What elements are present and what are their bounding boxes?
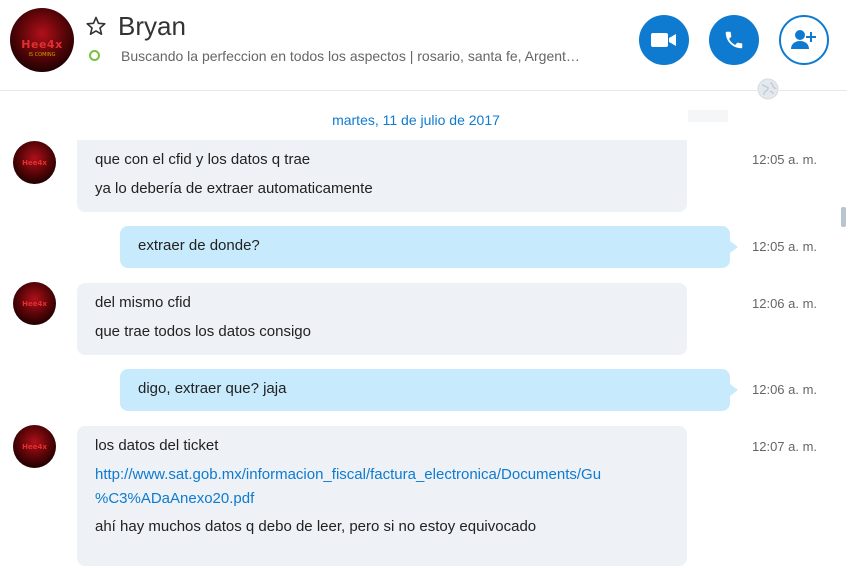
message-link[interactable]: http://www.sat.gob.mx/informacion_fiscal… bbox=[95, 466, 601, 483]
sender-avatar[interactable]: Hee4x bbox=[13, 282, 56, 325]
message-link-text[interactable]: %C3%ADaAnexo20.pdf bbox=[95, 490, 254, 507]
globe-icon[interactable] bbox=[757, 78, 779, 100]
message-text: que trae todos los datos consigo bbox=[95, 323, 311, 340]
date-divider: martes, 11 de julio de 2017 bbox=[332, 112, 500, 128]
message-text: ahí hay muchos datos q debo de leer, per… bbox=[95, 518, 537, 535]
message-timestamp: 12:07 a. m. bbox=[752, 439, 818, 454]
sender-avatar[interactable]: Hee4x bbox=[13, 425, 56, 468]
scrollbar-thumb[interactable] bbox=[841, 207, 846, 227]
message-bubble-incoming[interactable]: los datos del ticket http://www.sat.gob.… bbox=[77, 426, 687, 566]
avatar-logo-text: Hee4x bbox=[22, 300, 47, 308]
message-bubble-outgoing[interactable]: extraer de donde? bbox=[120, 226, 738, 268]
avatar-logo-text: Hee4x bbox=[22, 443, 47, 451]
avatar-logo-text: Hee4x bbox=[21, 38, 63, 51]
sender-avatar[interactable]: Hee4x bbox=[13, 141, 56, 184]
message-text: del mismo cfid bbox=[95, 294, 191, 311]
video-call-button[interactable] bbox=[639, 15, 689, 65]
message-link[interactable]: %C3%ADaAnexo20.pdf bbox=[95, 490, 254, 507]
message-timestamp: 12:05 a. m. bbox=[752, 152, 818, 167]
message-bubble-incoming[interactable]: que con el cfid y los datos q trae ya lo… bbox=[77, 140, 687, 212]
add-people-button[interactable] bbox=[779, 15, 829, 65]
message-link-text[interactable]: http://www.sat.gob.mx/informacion_fiscal… bbox=[95, 466, 601, 483]
presence-status-icon bbox=[89, 50, 100, 61]
message-bubble-incoming[interactable]: del mismo cfid que trae todos los datos … bbox=[77, 283, 687, 355]
avatar-logo-subtext: IS COMING bbox=[28, 52, 56, 58]
message-text: ya lo debería de extraer automaticamente bbox=[95, 180, 373, 197]
message-bubble-outgoing[interactable]: digo, extraer que? jaja bbox=[120, 369, 738, 411]
message-text: digo, extraer que? jaja bbox=[138, 380, 287, 397]
phone-icon bbox=[725, 31, 743, 49]
message-timestamp: 12:05 a. m. bbox=[752, 239, 818, 254]
contact-name[interactable]: Bryan bbox=[118, 11, 186, 42]
conversation-header: Hee4x IS COMING Bryan Buscando la perfec… bbox=[0, 0, 847, 91]
message-text: que con el cfid y los datos q trae bbox=[95, 151, 311, 168]
contact-mood-message: Buscando la perfeccion en todos los aspe… bbox=[121, 48, 580, 64]
message-text: los datos del ticket bbox=[95, 437, 219, 454]
favorite-star-icon[interactable] bbox=[86, 16, 106, 36]
message-timestamp: 12:06 a. m. bbox=[752, 382, 818, 397]
video-camera-icon bbox=[651, 33, 676, 47]
contact-avatar[interactable]: Hee4x IS COMING bbox=[10, 8, 74, 72]
avatar-logo-text: Hee4x bbox=[22, 159, 47, 167]
message-text: extraer de donde? bbox=[138, 237, 260, 254]
add-person-icon bbox=[791, 30, 816, 49]
message-timestamp: 12:06 a. m. bbox=[752, 296, 818, 311]
voice-call-button[interactable] bbox=[709, 15, 759, 65]
